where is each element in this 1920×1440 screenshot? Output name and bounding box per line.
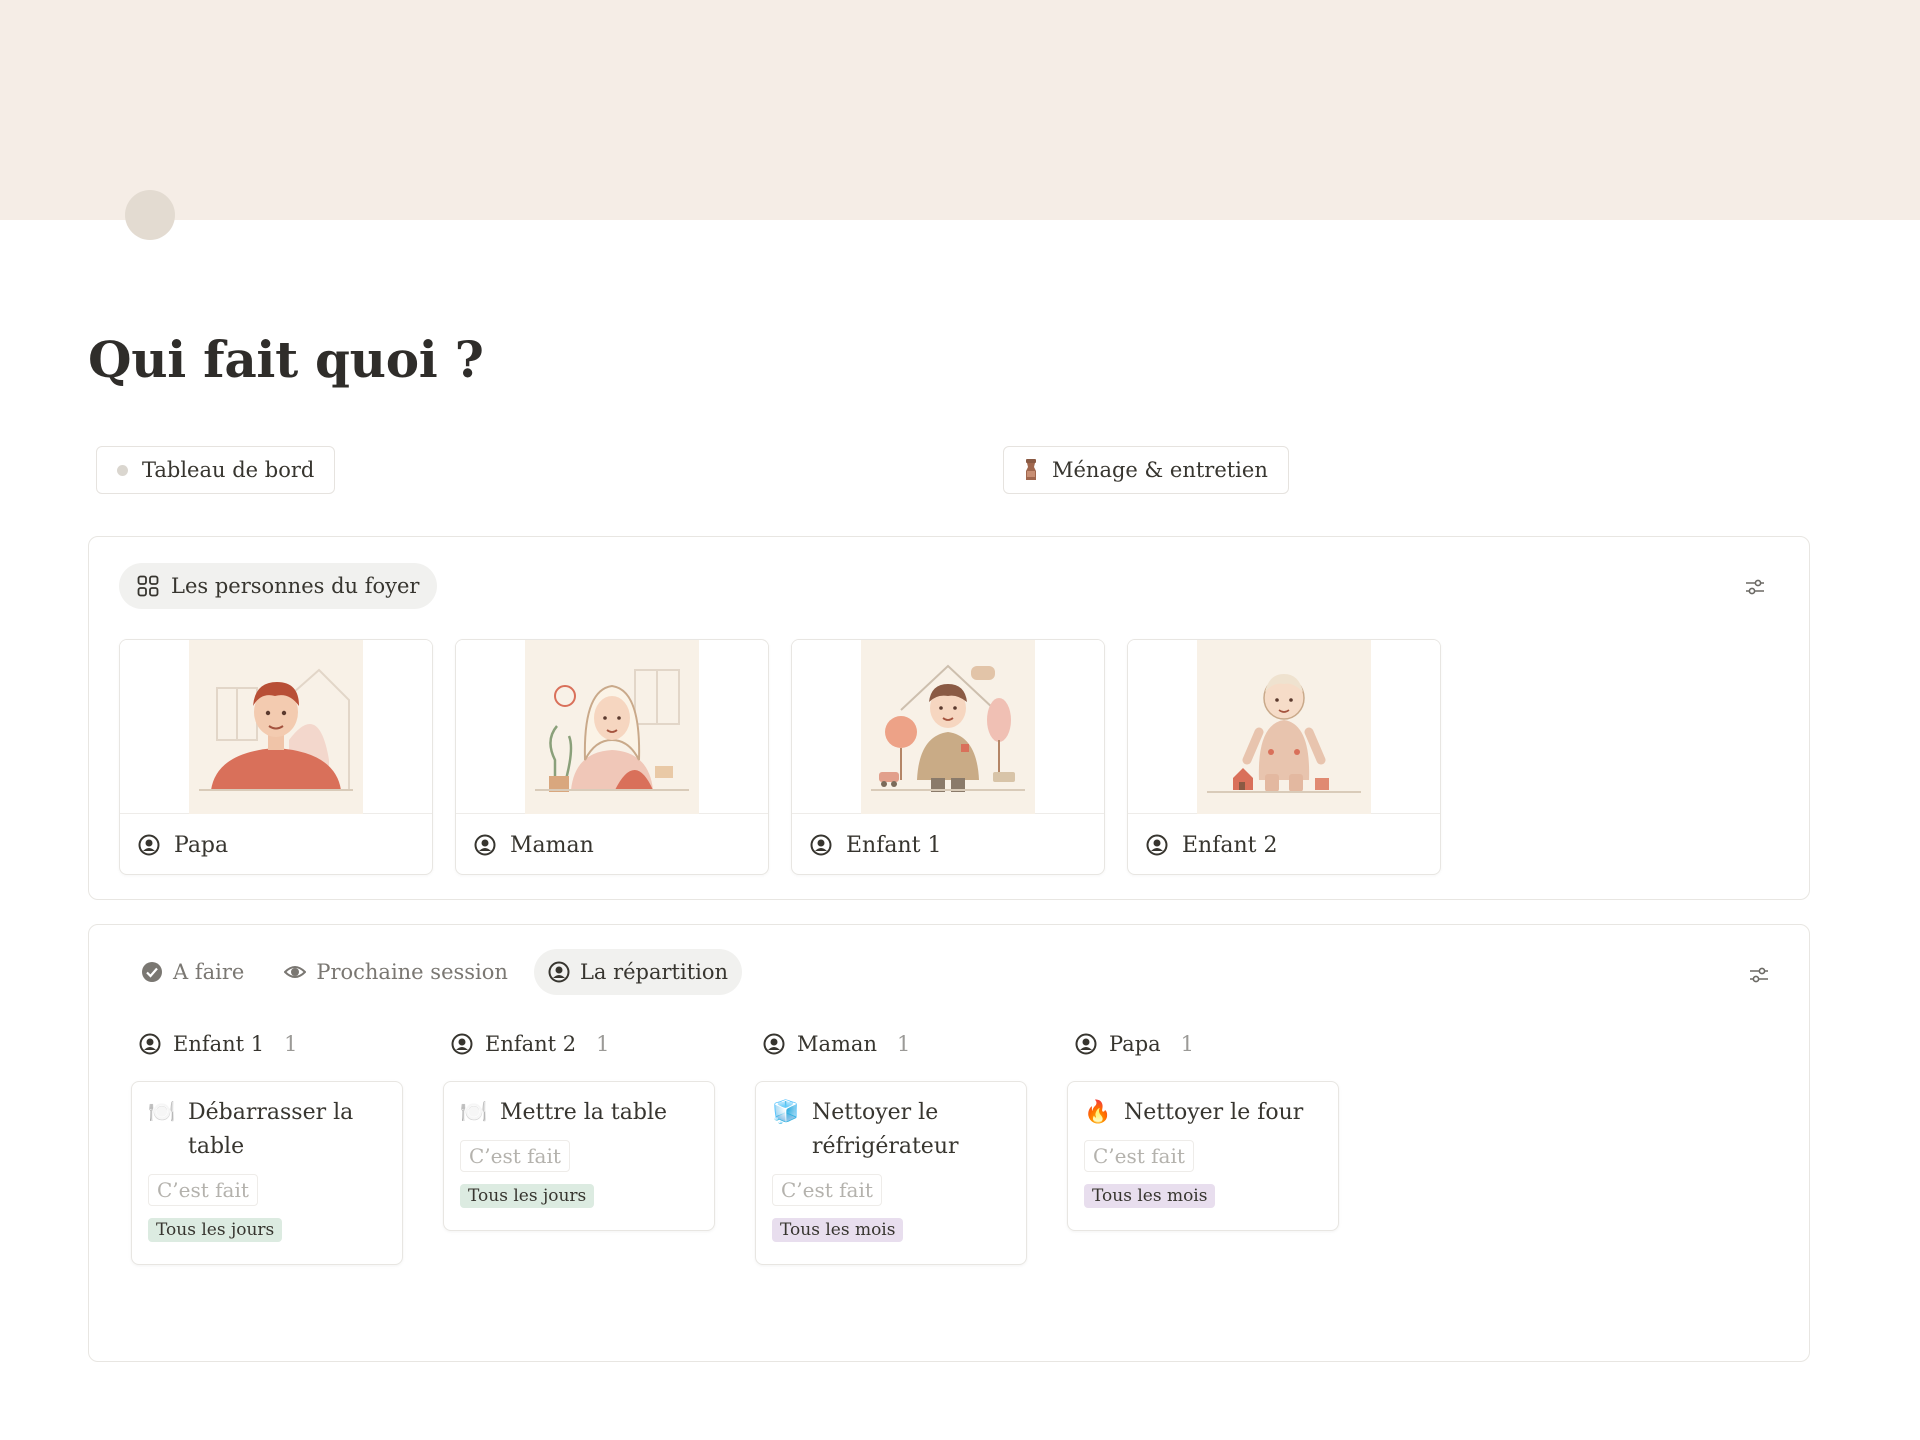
task-title: Nettoyer le réfrigérateur <box>812 1100 959 1159</box>
frequency-tag: Tous les mois <box>772 1218 904 1242</box>
person-icon <box>548 961 570 983</box>
done-button[interactable]: C’est fait <box>1084 1140 1194 1172</box>
board-column-enfant-1: Enfant 1 1 🍽️ Débarrasser la table C’est… <box>131 1029 403 1265</box>
plate-icon: 🍽️ <box>460 1100 488 1125</box>
column-header[interactable]: Papa 1 <box>1067 1029 1339 1059</box>
plate-icon: 🍽️ <box>148 1100 176 1125</box>
column-count: 1 <box>896 1032 911 1056</box>
card-cover <box>456 640 768 814</box>
done-button[interactable]: C’est fait <box>772 1174 882 1206</box>
card-footer: Papa <box>120 814 432 874</box>
board-column-maman: Maman 1 🧊 Nettoyer le réfrigérateur C’es… <box>755 1029 1027 1265</box>
sliders-icon <box>1750 967 1768 983</box>
toddler-illustration <box>1197 640 1371 814</box>
spray-bottle-icon <box>1026 459 1036 480</box>
sliders-icon <box>1746 579 1764 595</box>
member-name: Enfant 1 <box>846 832 942 858</box>
view-tab-les-personnes-du-foyer[interactable]: Les personnes du foyer <box>119 563 438 609</box>
tab-label: Prochaine session <box>316 960 508 984</box>
person-icon <box>138 834 160 856</box>
person-icon <box>1146 834 1168 856</box>
link-menage-entretien[interactable]: Ménage & entretien <box>1003 446 1289 494</box>
card-cover <box>1128 640 1440 814</box>
link-label: Ménage & entretien <box>1052 458 1268 482</box>
board-column-papa: Papa 1 🔥 Nettoyer le four C’est fait Tou… <box>1067 1029 1339 1265</box>
tab-prochaine-session[interactable]: Prochaine session <box>270 949 522 995</box>
ice-cube-icon: 🧊 <box>772 1100 800 1125</box>
page-title: Qui fait quoi ? <box>88 330 484 389</box>
task-title: Nettoyer le four <box>1124 1100 1304 1125</box>
mother-illustration <box>525 640 699 814</box>
boy-illustration <box>861 640 1035 814</box>
view-tabs: A faire Prochaine session La répartition <box>127 949 743 995</box>
link-tableau-de-bord[interactable]: Tableau de bord <box>96 446 336 494</box>
member-card-papa[interactable]: Papa <box>119 639 433 875</box>
gallery-grid-icon <box>137 575 159 597</box>
view-label: Les personnes du foyer <box>171 574 420 598</box>
column-count: 1 <box>284 1032 298 1056</box>
done-button[interactable]: C’est fait <box>460 1140 570 1172</box>
column-name: Maman <box>797 1032 877 1056</box>
task-card[interactable]: 🍽️ Débarrasser la table C’est fait Tous … <box>131 1081 403 1265</box>
member-card-maman[interactable]: Maman <box>455 639 769 875</box>
tab-a-faire[interactable]: A faire <box>127 949 258 995</box>
tasks-board: A faire Prochaine session La répartition <box>88 924 1810 1362</box>
column-count: 1 <box>1180 1032 1195 1056</box>
column-name: Papa <box>1109 1032 1161 1056</box>
member-card-enfant-2[interactable]: Enfant 2 <box>1127 639 1441 875</box>
done-button[interactable]: C’est fait <box>148 1174 258 1206</box>
eye-icon <box>284 966 307 978</box>
person-icon <box>451 1033 473 1055</box>
card-cover <box>120 640 432 814</box>
person-icon <box>139 1033 161 1055</box>
frequency-tag: Tous les mois <box>1084 1184 1216 1208</box>
page-icon[interactable] <box>125 190 175 240</box>
link-label: Tableau de bord <box>142 458 315 482</box>
person-icon <box>810 834 832 856</box>
task-card[interactable]: 🍽️ Mettre la table C’est fait Tous les j… <box>443 1081 715 1231</box>
page-cover <box>0 0 1920 220</box>
tab-label: A faire <box>173 960 245 984</box>
member-name: Papa <box>174 832 229 858</box>
father-illustration <box>189 640 363 814</box>
fire-icon: 🔥 <box>1084 1100 1112 1125</box>
dot-icon <box>117 464 128 476</box>
member-card-enfant-1[interactable]: Enfant 1 <box>791 639 1105 875</box>
task-title: Mettre la table <box>500 1100 667 1125</box>
household-gallery: Les personnes du foyer Papa Maman Enfant… <box>88 536 1810 900</box>
card-footer: Enfant 2 <box>1128 814 1440 874</box>
column-header[interactable]: Enfant 1 1 <box>131 1029 403 1059</box>
frequency-tag: Tous les jours <box>148 1218 283 1242</box>
card-cover <box>792 640 1104 814</box>
task-card[interactable]: 🧊 Nettoyer le réfrigérateur C’est fait T… <box>755 1081 1027 1265</box>
frequency-tag: Tous les jours <box>460 1184 595 1208</box>
tab-label: La répartition <box>579 960 729 984</box>
board-columns: Enfant 1 1 🍽️ Débarrasser la table C’est… <box>131 1029 1339 1265</box>
member-name: Maman <box>510 832 594 858</box>
column-name: Enfant 2 <box>485 1032 577 1056</box>
board-settings-button[interactable] <box>1747 963 1771 987</box>
member-name: Enfant 2 <box>1182 832 1278 858</box>
card-footer: Maman <box>456 814 768 874</box>
column-header[interactable]: Maman 1 <box>755 1029 1027 1059</box>
tab-la-repartition[interactable]: La répartition <box>533 949 743 995</box>
column-header[interactable]: Enfant 2 1 <box>443 1029 715 1059</box>
board-column-enfant-2: Enfant 2 1 🍽️ Mettre la table C’est fait… <box>443 1029 715 1265</box>
task-title: Débarrasser la table <box>188 1100 354 1159</box>
card-footer: Enfant 1 <box>792 814 1104 874</box>
column-count: 1 <box>596 1032 610 1056</box>
view-settings-button[interactable] <box>1743 575 1767 599</box>
person-icon <box>1075 1033 1097 1055</box>
person-icon <box>474 834 496 856</box>
task-card[interactable]: 🔥 Nettoyer le four C’est fait Tous les m… <box>1067 1081 1339 1231</box>
person-icon <box>763 1033 785 1055</box>
column-name: Enfant 1 <box>173 1032 265 1056</box>
check-circle-icon <box>142 962 162 982</box>
